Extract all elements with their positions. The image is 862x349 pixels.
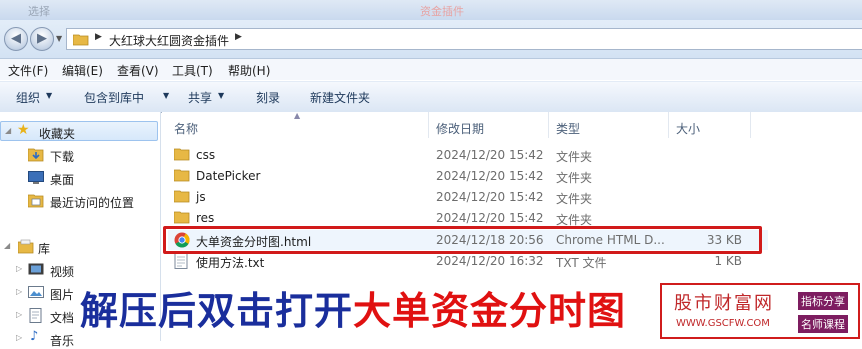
menu-file[interactable]: 文件(F) (8, 62, 48, 79)
instruction-banner: 解压后双击打开大单资金分时图 (80, 280, 627, 333)
chevron-down-icon: ▼ (163, 91, 170, 100)
nav-documents-label: 文档 (50, 311, 75, 325)
nav-libraries[interactable]: ◢ 库 (0, 237, 158, 257)
highlight-box (163, 226, 762, 254)
expand-icon[interactable]: ▷ (16, 310, 22, 319)
nav-videos-label: 视频 (50, 265, 75, 279)
downloads-folder-icon (28, 148, 44, 162)
column-header-size[interactable]: 大小 (676, 120, 700, 137)
folder-icon (174, 148, 190, 161)
desktop-icon (28, 171, 44, 184)
menu-view[interactable]: 查看(V) (117, 62, 159, 79)
folder-icon (73, 34, 89, 46)
column-divider[interactable] (428, 112, 429, 138)
nav-favorites[interactable]: ◢ ★ 收藏夹 (0, 121, 158, 141)
folder-icon (174, 169, 190, 182)
column-divider[interactable] (750, 112, 751, 138)
documents-icon (29, 308, 42, 323)
file-name: css (196, 148, 216, 162)
collapse-icon[interactable]: ◢ (4, 241, 10, 250)
file-type: TXT 文件 (556, 256, 607, 270)
address-path[interactable]: 大红球大红圆资金插件 (109, 32, 229, 49)
menu-help[interactable]: 帮助(H) (228, 62, 270, 79)
banner-text-blue: 解压后双击打开 (80, 289, 354, 333)
watermark-url: WWW.GSCFW.COM (676, 318, 770, 329)
file-row[interactable]: res 2024/12/20 15:42 文件夹 (168, 208, 768, 228)
recent-places-icon (28, 194, 44, 208)
nav-libraries-label: 库 (38, 242, 51, 256)
file-type: 文件夹 (556, 171, 593, 185)
file-name: DatePicker (196, 169, 261, 183)
address-bar-region: ◀ ▶ ▼ ▶ 大红球大红圆资金插件 ▶ (0, 20, 862, 59)
file-name: 使用方法.txt (196, 256, 265, 270)
chevron-right-icon[interactable]: ▶ (95, 32, 102, 42)
watermark: 股市财富网 WWW.GSCFW.COM 指标分享 名师课程 (660, 283, 860, 339)
file-date: 2024/12/20 15:42 (436, 169, 544, 183)
nav-videos[interactable]: ▷ 视频 (0, 260, 158, 280)
file-row[interactable]: 使用方法.txt 2024/12/20 16:32 TXT 文件 1 KB (168, 251, 768, 271)
banner-text-red: 大单资金分时图 (353, 289, 627, 333)
include-in-library-button[interactable]: 包含到库中 (84, 89, 144, 106)
menu-bar: 文件(F) 编辑(E) 查看(V) 工具(T) 帮助(H) (0, 59, 862, 80)
menu-edit[interactable]: 编辑(E) (62, 62, 103, 79)
file-row[interactable]: DatePicker 2024/12/20 15:42 文件夹 (168, 166, 768, 186)
column-divider[interactable] (548, 112, 549, 138)
file-type: 文件夹 (556, 192, 593, 206)
file-size: 1 KB (714, 254, 742, 268)
menu-tools[interactable]: 工具(T) (172, 62, 213, 79)
picture-icon (28, 286, 44, 298)
column-headers: ▲ 名称 修改日期 类型 大小 (162, 111, 862, 138)
address-box[interactable]: ▶ 大红球大红圆资金插件 ▶ (66, 28, 862, 50)
column-header-modified[interactable]: 修改日期 (436, 120, 484, 137)
sort-up-icon: ▲ (294, 111, 301, 120)
new-folder-button[interactable]: 新建文件夹 (310, 89, 370, 106)
folder-icon (174, 211, 190, 224)
back-button[interactable]: ◀ (4, 27, 28, 51)
collapse-icon[interactable]: ◢ (5, 126, 11, 135)
video-icon (28, 263, 44, 275)
share-button[interactable]: 共享 (188, 89, 212, 106)
expand-icon[interactable]: ▷ (16, 287, 22, 296)
chevron-right-icon[interactable]: ▶ (235, 32, 242, 42)
top-strip-red-text: 资金插件 (420, 5, 464, 18)
organize-button[interactable]: 组织 (16, 89, 40, 106)
nav-downloads-label: 下载 (50, 150, 75, 164)
music-icon: ♪ (30, 329, 39, 344)
column-divider[interactable] (668, 112, 669, 138)
text-file-icon (174, 253, 188, 269)
file-date: 2024/12/20 16:32 (436, 254, 544, 268)
library-icon (18, 239, 34, 254)
nav-pictures-label: 图片 (50, 288, 75, 302)
recent-pages-dropdown[interactable]: ▼ (56, 34, 62, 43)
nav-recent-places[interactable]: 最近访问的位置 (0, 191, 158, 211)
watermark-site-name: 股市财富网 (674, 293, 774, 314)
burn-button[interactable]: 刻录 (256, 89, 280, 106)
column-header-name[interactable]: 名称 (174, 120, 198, 137)
file-row[interactable]: js 2024/12/20 15:42 文件夹 (168, 187, 768, 207)
forward-button[interactable]: ▶ (30, 27, 54, 51)
nav-recent-places-label: 最近访问的位置 (50, 196, 135, 210)
top-strip: 选择 资金插件 (0, 0, 862, 20)
star-icon: ★ (17, 122, 30, 138)
top-strip-text: 选择 (28, 5, 50, 18)
column-header-type[interactable]: 类型 (556, 120, 580, 137)
file-name: res (196, 211, 215, 225)
nav-downloads[interactable]: 下载 (0, 145, 158, 165)
file-date: 2024/12/20 15:42 (436, 211, 544, 225)
folder-icon (174, 190, 190, 203)
expand-icon[interactable]: ▷ (16, 264, 22, 273)
watermark-tag: 指标分享 (798, 292, 848, 310)
file-name: js (196, 190, 206, 204)
file-date: 2024/12/20 15:42 (436, 190, 544, 204)
file-type: 文件夹 (556, 150, 593, 164)
file-row[interactable]: css 2024/12/20 15:42 文件夹 (168, 145, 768, 165)
chevron-down-icon: ▼ (218, 91, 225, 100)
nav-desktop-label: 桌面 (50, 173, 75, 187)
watermark-tag: 名师课程 (798, 315, 848, 333)
chevron-down-icon: ▼ (46, 91, 53, 100)
file-date: 2024/12/20 15:42 (436, 148, 544, 162)
command-bar: 组织 ▼ 包含到库中 ▼ 共享 ▼ 刻录 新建文件夹 (0, 81, 862, 113)
nav-favorites-label: 收藏夹 (39, 127, 76, 141)
nav-desktop[interactable]: 桌面 (0, 168, 158, 188)
